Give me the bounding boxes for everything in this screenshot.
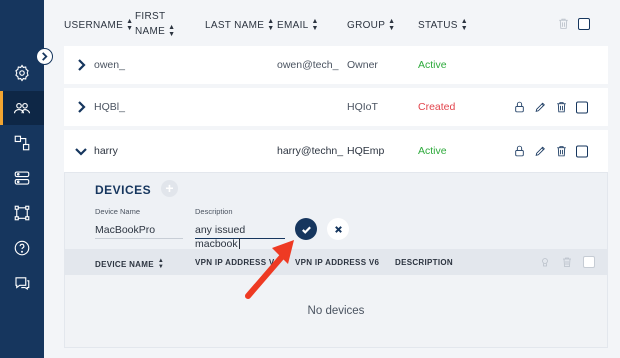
group-cell: Owner xyxy=(347,59,378,71)
status-badge: Active xyxy=(418,145,447,157)
table-row-expanded[interactable]: harry harry@techn_ HQEmp Active xyxy=(64,130,608,172)
sidebar-item-network[interactable] xyxy=(0,196,44,230)
sidebar-item-users[interactable] xyxy=(0,91,44,125)
status-badge: Created xyxy=(418,101,456,113)
sidebar-item-chat[interactable] xyxy=(0,266,44,300)
sort-icon: ▲ ▼ xyxy=(388,18,396,32)
username-cell: HQBl_ xyxy=(94,101,125,113)
column-header-first-name-line2: NAME xyxy=(135,25,166,37)
column-header-username-label: USERNAME xyxy=(64,19,124,31)
edit-icon[interactable] xyxy=(534,145,547,158)
column-header-first-name[interactable]: FIRST NAME ▲ ▼ xyxy=(135,11,175,38)
trash-icon[interactable] xyxy=(561,256,573,268)
email-cell: owen@tech_ xyxy=(277,59,339,71)
chevron-down-icon xyxy=(75,148,87,156)
trash-icon[interactable] xyxy=(555,101,568,114)
column-header-email-label: EMAIL xyxy=(277,19,309,31)
column-header-status[interactable]: STATUS ▲ ▼ xyxy=(418,18,468,32)
cancel-add-device-button[interactable] xyxy=(327,218,349,240)
settings-icon xyxy=(15,64,29,82)
device-name-label: Device Name xyxy=(95,207,141,216)
lock-icon[interactable] xyxy=(513,145,526,158)
column-header-device-name[interactable]: DEVICE NAME ▲ ▼ xyxy=(95,258,164,270)
chevron-right-icon xyxy=(78,59,86,71)
column-header-first-name-line1: FIRST xyxy=(135,11,166,22)
row-checkbox[interactable] xyxy=(576,145,588,157)
column-header-group[interactable]: GROUP ▲ ▼ xyxy=(347,18,395,32)
description-label: Description xyxy=(195,207,233,216)
devices-select-all-checkbox[interactable] xyxy=(583,256,595,268)
sort-icon: ▲ ▼ xyxy=(157,258,165,270)
group-cell: HQEmp xyxy=(347,145,385,157)
sort-icon: ▲ ▼ xyxy=(126,18,134,32)
group-cell: HQIoT xyxy=(347,101,378,113)
column-header-description: DESCRIPTION xyxy=(395,258,453,267)
chevron-right-icon xyxy=(78,101,86,113)
bulk-delete-button[interactable] xyxy=(557,17,570,35)
column-header-first-name-line2-wrap: NAME ▲ ▼ xyxy=(135,24,175,38)
sidebar-item-flow[interactable] xyxy=(0,126,44,160)
column-header-status-label: STATUS xyxy=(418,19,458,31)
row-checkbox[interactable] xyxy=(576,101,588,113)
table-row[interactable]: owen_ owen@tech_ Owner Active xyxy=(64,46,608,84)
expand-row-button[interactable] xyxy=(74,58,88,72)
device-config-icon[interactable] xyxy=(539,256,551,268)
devices-title: DEVICES xyxy=(95,183,152,197)
sidebar-collapse-button[interactable] xyxy=(36,48,53,65)
status-badge: Active xyxy=(418,59,447,71)
username-cell: harry xyxy=(94,145,118,157)
devices-table-header: DEVICE NAME ▲ ▼ VPN IP ADDRESS V4 VPN IP … xyxy=(65,249,607,275)
table-row[interactable]: HQBl_ HQIoT Created xyxy=(64,88,608,126)
column-header-group-label: GROUP xyxy=(347,19,386,31)
sort-icon: ▲ ▼ xyxy=(267,18,275,32)
select-all-checkbox[interactable] xyxy=(578,18,590,30)
column-header-device-name-label: DEVICE NAME xyxy=(95,259,154,269)
trash-icon xyxy=(559,18,568,29)
row-actions xyxy=(513,101,588,114)
servers-icon xyxy=(14,171,30,185)
devices-bulk-actions xyxy=(539,256,595,268)
sidebar-item-servers[interactable] xyxy=(0,161,44,195)
network-icon xyxy=(14,205,30,221)
collapse-row-button[interactable] xyxy=(74,144,88,158)
sort-icon: ▲ ▼ xyxy=(311,18,319,32)
chat-icon xyxy=(15,277,30,291)
chevron-right-icon xyxy=(42,52,48,61)
email-cell: harry@techn_ xyxy=(277,145,344,157)
column-header-vpn-v6: VPN IP ADDRESS V6 xyxy=(295,258,380,267)
column-header-last-name-label: LAST NAME xyxy=(205,19,265,31)
username-cell: owen_ xyxy=(94,59,125,71)
devices-panel: DEVICES + Device Name MacBookPro Descrip… xyxy=(64,172,608,348)
column-header-email[interactable]: EMAIL ▲ ▼ xyxy=(277,18,319,32)
sidebar-item-help[interactable] xyxy=(0,231,44,265)
column-header-username[interactable]: USERNAME ▲ ▼ xyxy=(64,18,133,32)
column-header-last-name[interactable]: LAST NAME ▲ ▼ xyxy=(205,18,274,32)
device-name-input[interactable]: MacBookPro xyxy=(95,223,183,239)
check-icon xyxy=(301,225,311,234)
sort-icon: ▲ ▼ xyxy=(168,24,176,38)
sort-icon: ▲ ▼ xyxy=(460,18,468,32)
annotation-arrow-icon xyxy=(245,240,294,299)
lock-icon[interactable] xyxy=(513,101,526,114)
trash-icon[interactable] xyxy=(555,145,568,158)
close-icon xyxy=(334,225,342,233)
edit-icon[interactable] xyxy=(534,101,547,114)
flow-icon xyxy=(14,135,30,151)
expand-row-button[interactable] xyxy=(74,100,88,114)
devices-empty-state: No devices xyxy=(65,275,607,347)
main-content: USERNAME ▲ ▼ FIRST NAME ▲ ▼ LAST NAME ▲ ▼ E… xyxy=(44,0,620,358)
help-icon xyxy=(14,240,30,256)
add-device-button[interactable]: + xyxy=(161,180,178,197)
users-icon xyxy=(13,102,31,114)
row-actions xyxy=(513,145,588,158)
